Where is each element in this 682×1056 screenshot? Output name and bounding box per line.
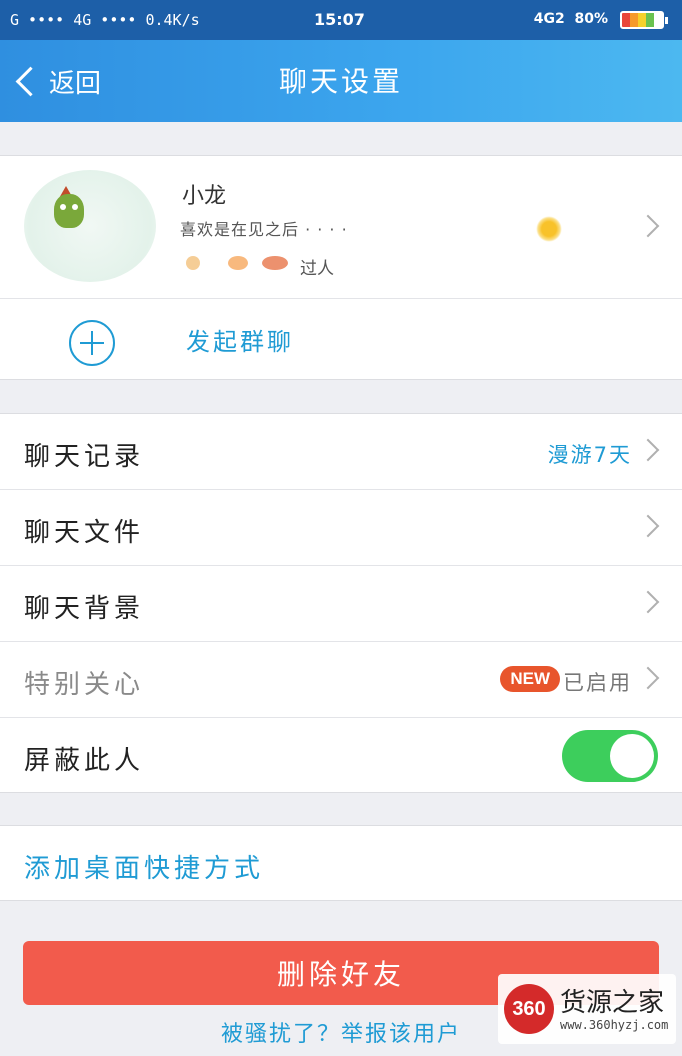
signal-indicator: G •••• 4G •••• 0.4K/s bbox=[10, 11, 200, 29]
profile-status: 喜欢是在见之后 · · · · bbox=[180, 220, 348, 239]
special-care-label: 特别关心 bbox=[24, 670, 145, 700]
chat-history-value: 漫游7天 bbox=[547, 443, 632, 467]
start-group-chat-row[interactable]: 发起群聊 bbox=[0, 298, 682, 378]
status-bar: G •••• 4G •••• 0.4K/s 15:07 4G2 80% bbox=[0, 0, 682, 40]
network-label: 4G2 bbox=[533, 11, 565, 27]
chevron-right-icon bbox=[636, 590, 660, 614]
chat-background-label: 聊天背景 bbox=[24, 594, 145, 624]
watermark-url: www.360hyzj.com bbox=[560, 1018, 669, 1032]
special-care-value: 已启用 bbox=[563, 671, 632, 695]
emoji-icon bbox=[228, 256, 248, 270]
settings-section: 聊天记录 漫游7天 聊天文件 聊天背景 特别关心 NEW 已启用 屏蔽此人 bbox=[0, 413, 682, 793]
chat-files-label: 聊天文件 bbox=[24, 518, 145, 548]
profile-row[interactable]: 小龙 喜欢是在见之后 · · · · 过人 bbox=[0, 156, 682, 299]
emoji-icon bbox=[186, 256, 200, 270]
status-time: 15:07 bbox=[314, 10, 365, 29]
profile-extra: 过人 bbox=[300, 259, 334, 279]
add-shortcut-label: 添加桌面快捷方式 bbox=[24, 854, 265, 884]
block-user-toggle[interactable] bbox=[562, 730, 658, 782]
watermark-logo: 360 bbox=[504, 984, 554, 1034]
special-care-row[interactable]: 特别关心 NEW 已启用 bbox=[0, 642, 682, 718]
title-bar: 返回 聊天设置 bbox=[0, 40, 682, 122]
block-user-row: 屏蔽此人 bbox=[0, 718, 682, 793]
avatar[interactable] bbox=[24, 170, 156, 282]
block-user-label: 屏蔽此人 bbox=[24, 746, 145, 776]
profile-name: 小龙 bbox=[182, 184, 227, 209]
chevron-right-icon bbox=[636, 438, 660, 462]
chat-background-row[interactable]: 聊天背景 bbox=[0, 566, 682, 642]
add-shortcut-row[interactable]: 添加桌面快捷方式 bbox=[0, 826, 682, 900]
battery-icon bbox=[620, 11, 668, 29]
watermark: 360 货源之家 www.360hyzj.com bbox=[498, 974, 676, 1044]
watermark-title: 货源之家 bbox=[560, 988, 665, 1018]
page-title: 聊天设置 bbox=[278, 65, 403, 98]
emoji-icon bbox=[262, 256, 288, 270]
profile-section: 小龙 喜欢是在见之后 · · · · 过人 发起群聊 bbox=[0, 155, 682, 380]
add-circle-icon bbox=[69, 320, 115, 366]
start-group-chat-label: 发起群聊 bbox=[186, 328, 294, 356]
shortcut-section: 添加桌面快捷方式 bbox=[0, 825, 682, 901]
chat-files-row[interactable]: 聊天文件 bbox=[0, 490, 682, 566]
chevron-right-icon bbox=[636, 666, 660, 690]
network-indicator: 4G2 80% bbox=[534, 11, 608, 27]
chevron-right-icon bbox=[636, 514, 660, 538]
chat-history-label: 聊天记录 bbox=[24, 442, 145, 472]
chat-history-row[interactable]: 聊天记录 漫游7天 bbox=[0, 414, 682, 490]
chevron-right-icon bbox=[636, 214, 660, 238]
sun-icon bbox=[536, 216, 562, 242]
battery-text: 80% bbox=[574, 11, 608, 27]
toggle-knob bbox=[610, 734, 654, 778]
new-badge: NEW bbox=[500, 666, 560, 692]
avatar-creature-image bbox=[54, 194, 84, 228]
